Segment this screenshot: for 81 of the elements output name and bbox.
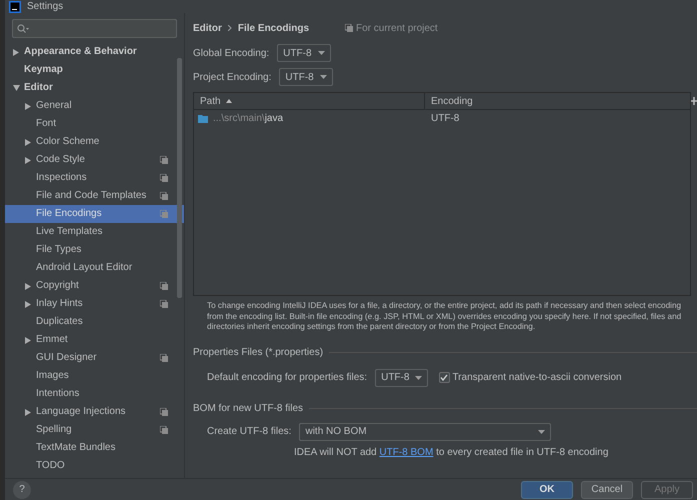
project-scope-icon [345, 24, 354, 32]
encoding-dropdown[interactable]: UTF-8 [277, 44, 331, 62]
tree-item[interactable]: Font [5, 115, 184, 133]
tree-item[interactable]: Code Style [5, 151, 184, 169]
tree-item[interactable]: Copyright [5, 277, 184, 295]
collapsed-arrow-icon [25, 336, 31, 344]
expanded-arrow-icon [13, 85, 20, 91]
dialog-button[interactable]: Cancel [581, 480, 633, 498]
tree-item[interactable]: Android Layout Editor [5, 259, 184, 277]
tree-item[interactable]: GUI Designer [5, 349, 184, 367]
tree-item[interactable]: Appearance & Behavior [5, 43, 184, 61]
tree-item[interactable]: Intentions [5, 385, 184, 403]
encoding-dropdown[interactable]: UTF-8 [279, 68, 333, 86]
collapsed-arrow-icon [25, 282, 31, 290]
project-scope-icon [160, 282, 168, 290]
collapsed-arrow-icon [25, 156, 31, 164]
project-scope-icon [160, 354, 168, 362]
tree-item[interactable]: TextMate Bundles [5, 439, 184, 457]
field-label: Create UTF-8 files: [207, 425, 292, 440]
collapsed-arrow-icon [25, 408, 31, 416]
field-label: Global Encoding: [193, 46, 270, 60]
search-icon [17, 24, 29, 33]
encoding-cell-text: UTF-8 [430, 112, 460, 126]
breadcrumb-item: Editor [193, 22, 222, 36]
project-scope-icon [160, 156, 168, 164]
field-label: Default encoding for properties files: [207, 371, 368, 386]
checkmark-icon [440, 374, 448, 382]
field-label: Project Encoding: [193, 70, 272, 84]
breadcrumb-item: File Encodings [238, 22, 310, 36]
tree-item[interactable]: Color Scheme [5, 133, 184, 151]
search-field[interactable] [12, 19, 177, 38]
caret-icon [538, 430, 546, 434]
link[interactable]: UTF-8 BOM [379, 446, 434, 458]
window-title: Settings [27, 0, 64, 14]
tree-item[interactable]: Images [5, 367, 184, 385]
tree-item[interactable]: Editor [5, 79, 184, 97]
section-title: Properties Files (*.properties) [193, 344, 697, 360]
help-button[interactable]: ? [13, 480, 31, 498]
tree-item[interactable]: File Encodings [5, 205, 184, 223]
app-logo-icon [9, 0, 21, 12]
scrollbar-thumb[interactable] [177, 58, 182, 298]
project-scope-icon [160, 408, 168, 416]
section-title: BOM for new UTF-8 files [193, 400, 697, 416]
hint-text: IDEA will NOT add UTF-8 BOM to every created file in UTF-8 encoding [294, 446, 610, 460]
project-scope-icon [160, 300, 168, 308]
caret-icon [320, 75, 327, 79]
path-cell: ...\src\main\java [194, 110, 424, 127]
scope-note: For current project [356, 22, 438, 36]
project-scope-icon [160, 192, 168, 200]
dialog-button[interactable]: OK [521, 480, 573, 498]
tree-item[interactable]: File Types [5, 241, 184, 259]
tree-item[interactable]: Duplicates [5, 313, 184, 331]
encoding-dropdown[interactable]: with NO BOM [299, 422, 552, 441]
tree-item[interactable]: Inlay Hints [5, 295, 184, 313]
checkbox[interactable]: Transparent native-to-ascii conversion [438, 370, 622, 386]
column-header[interactable]: Path [194, 93, 424, 109]
plus-icon [691, 97, 697, 106]
description-text: To change encoding IntelliJ IDEA uses for a file, a directory, or the entire project, add its path if necessary and then select encoding from the encoding list. Built-in file encoding (e.g. JSP, HTML or XML) overrides encoding you specify here. If not specified, files and directories inherit encoding settings from the parent directory or from the Project Encoding. [207, 301, 682, 333]
tree-item[interactable]: Spelling [5, 421, 184, 439]
column-header[interactable]: Encoding [424, 93, 690, 109]
project-scope-icon [160, 210, 168, 218]
tree-item[interactable]: Inspections [5, 169, 184, 187]
caret-icon [415, 376, 422, 380]
project-scope-icon [160, 174, 168, 182]
tree-item[interactable]: Emmet [5, 331, 184, 349]
collapsed-arrow-icon [13, 48, 19, 56]
caret-icon [318, 51, 325, 55]
collapsed-arrow-icon [25, 138, 31, 146]
tree-item[interactable]: Live Templates [5, 223, 184, 241]
tree-item[interactable]: Keymap [5, 61, 184, 79]
folder-icon [198, 114, 208, 122]
collapsed-arrow-icon [25, 102, 31, 110]
tree-item[interactable]: TODO [5, 457, 184, 475]
tree-item[interactable]: File and Code Templates [5, 187, 184, 205]
project-scope-icon [160, 426, 168, 434]
chevron-right-icon [228, 25, 232, 31]
collapsed-arrow-icon [25, 300, 31, 308]
encoding-dropdown[interactable]: UTF-8 [375, 368, 428, 387]
tree-item[interactable]: General [5, 97, 184, 115]
tree-item[interactable]: Language Injections [5, 403, 184, 421]
sort-ascending-icon [226, 99, 232, 103]
